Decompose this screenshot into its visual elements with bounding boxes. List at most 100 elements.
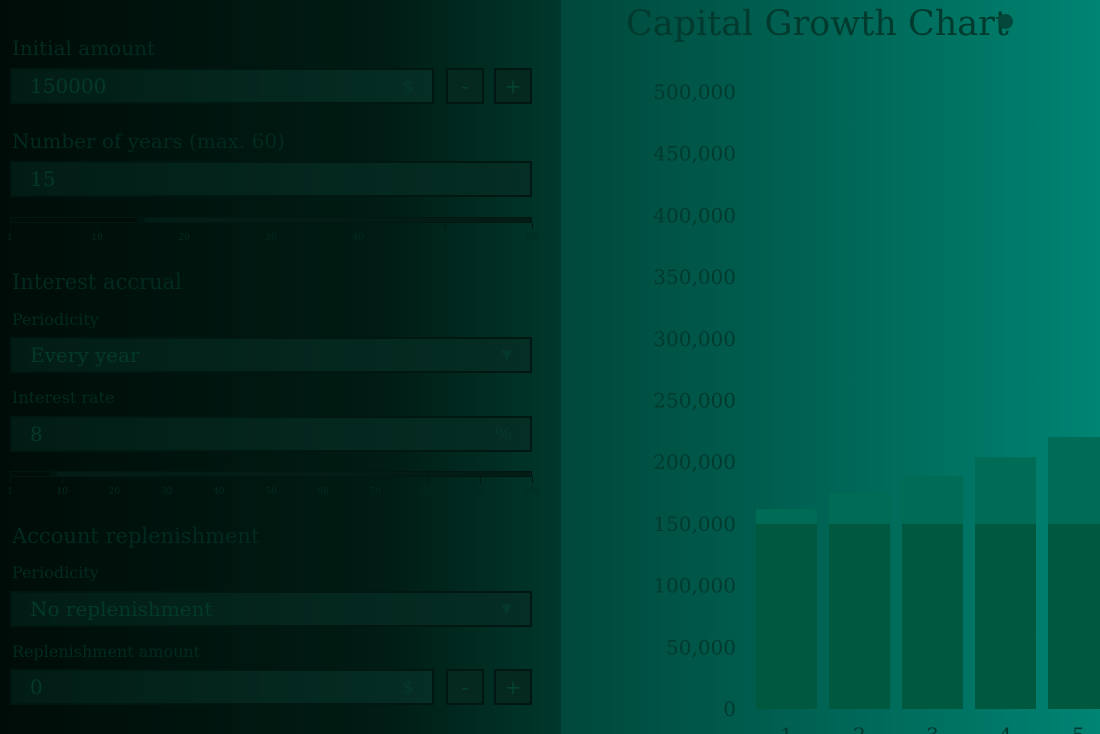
- interest-rate-label: Interest rate: [12, 388, 115, 407]
- years-slider-tick-mark: [97, 223, 98, 229]
- currency-symbol: $: [402, 676, 414, 698]
- decrease-replenishment-button[interactable]: -: [446, 669, 484, 705]
- interest-rate-slider-tick-label: 80: [421, 487, 434, 497]
- interest-rate-slider-tick-mark: [62, 477, 64, 483]
- y-axis-tick-label: 200,000: [653, 450, 736, 474]
- interest-rate-slider-fill: [11, 472, 53, 476]
- years-slider-fill: [11, 218, 141, 222]
- y-axis-tick-label: 150,000: [653, 512, 736, 536]
- years-slider-tick-label: 1: [7, 233, 13, 243]
- interest-rate-slider-tick-mark: [427, 477, 429, 483]
- decrease-amount-button[interactable]: -: [446, 68, 484, 104]
- interest-rate-slider-tick-label: 20: [108, 487, 121, 497]
- initial-amount-label: Initial amount: [12, 36, 156, 60]
- capital-growth-chart: 0 50,000 100,000 150,000 200,000 250,000 300,0…: [653, 80, 1100, 734]
- interest-periodicity-select[interactable]: Every year ▼: [10, 337, 532, 373]
- x-axis-tick-label: 3: [926, 723, 939, 734]
- interest-rate-slider-handle[interactable]: [48, 469, 57, 477]
- years-slider-tick-label: 30: [265, 233, 277, 243]
- bar-initial: [756, 523, 817, 709]
- y-axis-tick-label: 500,000: [653, 80, 736, 104]
- years-slider-tick-label: 10: [91, 233, 103, 243]
- bar-interest: [1048, 437, 1100, 524]
- interest-rate-slider-tick-mark: [532, 477, 533, 483]
- interest-rate-slider-tick-label: 50: [265, 487, 277, 497]
- years-slider-tick-label: 50: [439, 233, 451, 243]
- bar-interest: [902, 475, 963, 524]
- interest-rate-slider-tick-label: 100: [523, 487, 541, 497]
- years-slider-tick-mark: [184, 223, 185, 229]
- replenishment-amount-value: 0: [30, 675, 43, 699]
- interest-section-title: Interest accrual: [12, 270, 182, 294]
- bar-interest: [756, 509, 817, 524]
- interest-rate-input[interactable]: 8 %: [10, 416, 532, 452]
- years-slider-tick-label: 60: [526, 233, 538, 243]
- years-slider-tick-mark: [358, 223, 359, 229]
- y-axis-tick-label: 350,000: [653, 265, 736, 289]
- years-slider-tick-label: 40: [352, 233, 364, 243]
- years-label: Number of years (max. 60): [12, 129, 285, 153]
- replenishment-amount-input[interactable]: 0 $: [10, 669, 434, 705]
- y-axis-tick-label: 50,000: [666, 635, 736, 659]
- years-slider-tick-mark: [271, 223, 272, 229]
- interest-periodicity-value: Every year: [30, 343, 140, 367]
- interest-rate-slider-tick-mark: [10, 477, 11, 483]
- initial-amount-input[interactable]: 150000 $: [10, 68, 434, 104]
- years-slider-handle[interactable]: [137, 215, 145, 223]
- replenishment-periodicity-select[interactable]: No replenishment ▼: [10, 591, 532, 627]
- y-axis-tick-label: 0: [723, 697, 736, 721]
- interest-rate-slider-tick-mark: [218, 477, 220, 483]
- interest-rate-slider-tick-label: 40: [213, 487, 225, 497]
- years-value: 15: [30, 167, 56, 191]
- interest-rate-slider-tick-mark: [479, 477, 481, 483]
- years-slider-tick-mark: [445, 223, 446, 229]
- bar-interest: [975, 457, 1036, 524]
- years-input[interactable]: 15: [10, 161, 532, 197]
- x-axis-tick-label: 1: [780, 723, 793, 734]
- interest-rate-slider-tick-label: 90: [474, 487, 486, 497]
- years-slider-tick-mark: [532, 223, 533, 229]
- bar-initial: [1048, 523, 1100, 709]
- interest-rate-slider-tick-mark: [166, 477, 168, 483]
- x-axis-tick-label: 2: [853, 723, 866, 734]
- replenishment-periodicity-value: No replenishment: [30, 597, 213, 621]
- x-axis-tick-label: 5: [1072, 723, 1085, 734]
- replenishment-periodicity-label: Periodicity: [12, 563, 99, 582]
- x-axis-tick-label: 4: [999, 723, 1012, 734]
- interest-periodicity-label: Periodicity: [12, 310, 99, 329]
- years-slider-tick-mark: [10, 223, 11, 229]
- interest-rate-slider-tick-label: 30: [160, 487, 173, 497]
- initial-amount-value: 150000: [30, 74, 107, 98]
- interest-rate-slider-tick-mark: [271, 477, 272, 483]
- chevron-down-icon: ▼: [501, 347, 512, 363]
- interest-rate-slider-tick-label: 70: [369, 487, 382, 497]
- increase-replenishment-button[interactable]: +: [494, 669, 532, 705]
- years-slider-ticks: 1 10 20 30 40 50 60: [7, 223, 538, 245]
- bar-interest: [829, 493, 890, 524]
- interest-rate-slider-tick-mark: [114, 477, 116, 483]
- y-axis-tick-label: 100,000: [653, 574, 736, 598]
- bar-initial: [975, 523, 1036, 709]
- interest-rate-slider-ticks: 1 10 20 30 40 50 60 70 80 90 100: [7, 477, 541, 499]
- interest-rate-slider-tick-label: 10: [56, 487, 68, 497]
- interest-rate-slider-tick-label: 1: [7, 487, 13, 497]
- interest-rate-slider-tick-mark: [323, 477, 325, 483]
- bar-initial: [829, 523, 890, 709]
- y-axis-tick-label: 250,000: [653, 389, 736, 413]
- chevron-down-icon: ▼: [501, 601, 512, 617]
- percent-symbol: %: [494, 423, 512, 445]
- bar-initial: [902, 523, 963, 709]
- y-axis-tick-label: 450,000: [653, 142, 736, 166]
- interest-rate-slider-tick-mark: [375, 477, 377, 483]
- interest-rate-value: 8: [30, 422, 43, 446]
- years-slider-tick-label: 20: [178, 233, 190, 243]
- chart-panel: Capital Growth Chart 0 50,000 100,000 150,0…: [560, 0, 1100, 734]
- interest-rate-slider-tick-label: 60: [317, 487, 329, 497]
- replenishment-section-title: Account replenishment: [12, 524, 260, 548]
- currency-symbol: $: [402, 75, 414, 97]
- y-axis-tick-label: 400,000: [653, 203, 736, 227]
- increase-amount-button[interactable]: +: [494, 68, 532, 104]
- y-axis-tick-label: 300,000: [653, 327, 736, 351]
- calculator-form: Initial amount 150000 $ - + Number of ye…: [0, 0, 560, 734]
- replenishment-amount-label: Replenishment amount: [12, 642, 201, 661]
